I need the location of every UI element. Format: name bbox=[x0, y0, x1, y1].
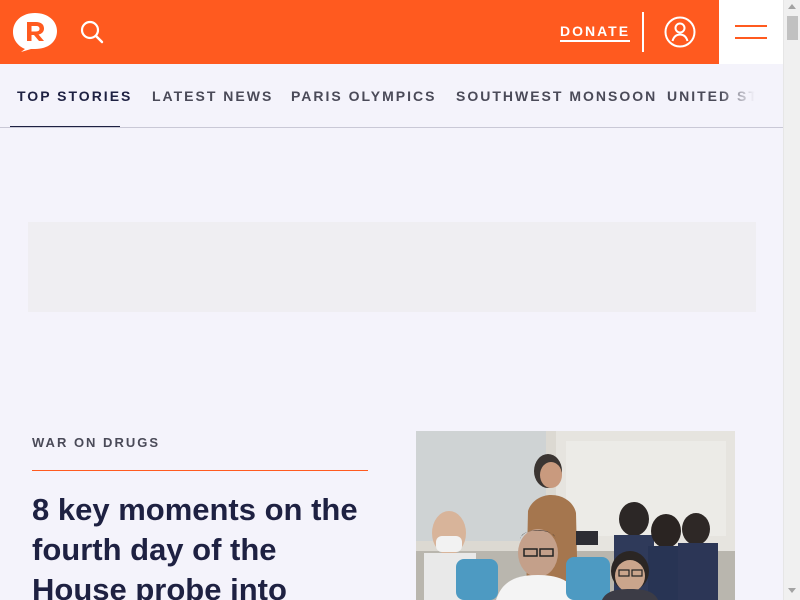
article-category[interactable]: WAR ON DRUGS bbox=[32, 435, 160, 450]
header-divider bbox=[642, 12, 644, 52]
section-nav: TOP STORIES LATEST NEWS PARIS OLYMPICS S… bbox=[0, 64, 783, 128]
article-photo-image bbox=[416, 431, 735, 600]
article-photo[interactable] bbox=[416, 431, 735, 600]
active-tab-indicator bbox=[10, 126, 120, 127]
donate-button[interactable]: DONATE bbox=[560, 23, 631, 42]
category-divider bbox=[32, 470, 368, 471]
rappler-logo[interactable] bbox=[11, 11, 59, 53]
tab-top-stories[interactable]: TOP STORIES bbox=[17, 88, 132, 104]
tab-latest-news[interactable]: LATEST NEWS bbox=[152, 88, 273, 104]
nav-fade bbox=[720, 64, 783, 127]
hamburger-menu-icon[interactable] bbox=[719, 0, 783, 64]
tab-paris-olympics[interactable]: PARIS OLYMPICS bbox=[291, 88, 436, 104]
scroll-thumb[interactable] bbox=[787, 16, 798, 40]
tab-southwest-monsoon[interactable]: SOUTHWEST MONSOON bbox=[456, 88, 657, 104]
menu-bar bbox=[735, 25, 767, 27]
scroll-down-arrow-icon[interactable] bbox=[788, 588, 796, 593]
user-icon[interactable] bbox=[664, 16, 696, 48]
scrollbar[interactable] bbox=[783, 0, 800, 600]
ad-placeholder bbox=[28, 222, 756, 312]
search-icon[interactable] bbox=[79, 19, 105, 45]
menu-bar bbox=[735, 37, 767, 39]
article-headline[interactable]: 8 key moments on the fourth day of the H… bbox=[32, 490, 372, 600]
scroll-up-arrow-icon[interactable] bbox=[788, 4, 796, 9]
site-header: DONATE bbox=[0, 0, 783, 64]
